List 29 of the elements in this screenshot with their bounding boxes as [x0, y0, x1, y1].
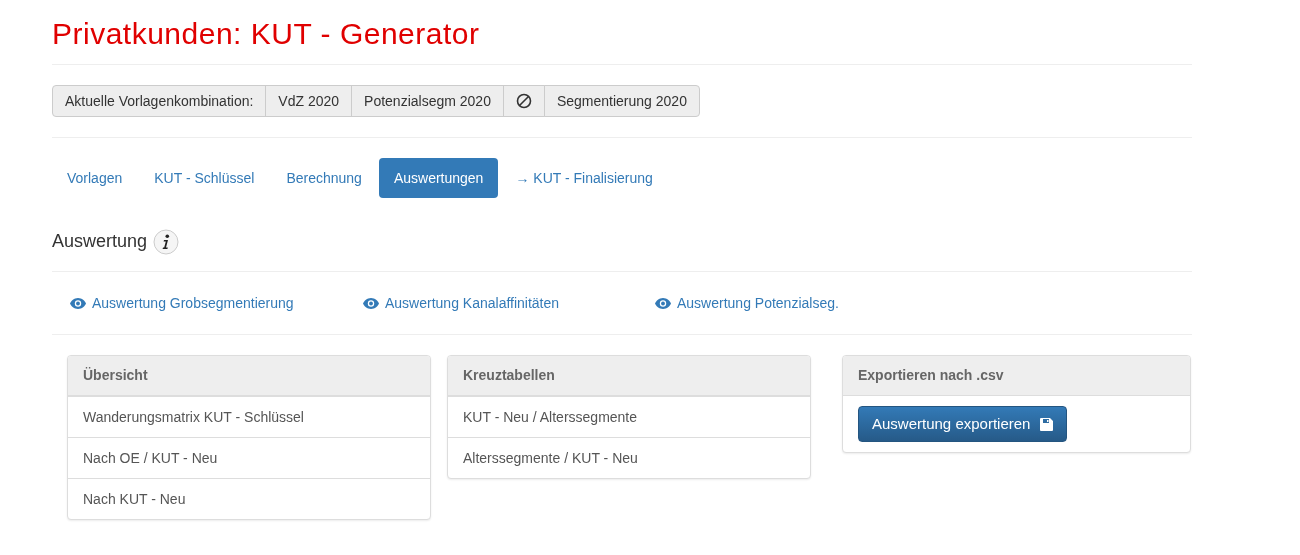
panel-heading: Kreuztabellen [448, 356, 810, 396]
view-link[interactable]: Auswertung Kanalaffinitäten [363, 292, 655, 314]
nav-tab[interactable]: → KUT - Finalisierung [500, 158, 668, 198]
nav-tab[interactable]: KUT - Schlüssel [139, 158, 270, 198]
eye-icon [655, 297, 671, 309]
view-link[interactable]: Auswertung Potenzialseg. [655, 292, 947, 314]
list-item[interactable]: Nach OE / KUT - Neu [68, 437, 430, 478]
list-item[interactable]: KUT - Neu / Alterssegmente [448, 396, 810, 437]
list-item[interactable]: Alterssegmente / KUT - Neu [448, 437, 810, 478]
template-value: Potenzialsegm 2020 [351, 85, 504, 117]
nav-tab[interactable]: Auswertungen [378, 158, 499, 198]
template-value: VdZ 2020 [265, 85, 353, 117]
panel-heading: Exportieren nach .csv [843, 356, 1190, 396]
prohibited-icon [515, 93, 532, 109]
nav-tab[interactable]: Berechnung [271, 158, 377, 198]
info-icon[interactable] [153, 228, 180, 255]
page-title: Privatkunden: KUT - Generator [52, 16, 481, 52]
view-link[interactable]: Auswertung Grobsegmentierung [70, 292, 363, 314]
template-value: Segmentierung 2020 [543, 85, 700, 117]
export-button[interactable]: Auswertung exportieren [858, 406, 1068, 442]
save-icon [1040, 417, 1054, 431]
nav-tab[interactable]: Vorlagen [52, 158, 138, 198]
panel-heading: Übersicht [68, 356, 430, 396]
template-label: Aktuelle Vorlagenkombination: [52, 85, 267, 117]
eye-icon [70, 297, 86, 309]
list-item[interactable]: Nach KUT - Neu [68, 478, 430, 519]
list-item[interactable]: Wanderungsmatrix KUT - Schlüssel [68, 396, 430, 437]
eye-icon [363, 297, 379, 309]
section-title: Auswertung [52, 230, 148, 253]
